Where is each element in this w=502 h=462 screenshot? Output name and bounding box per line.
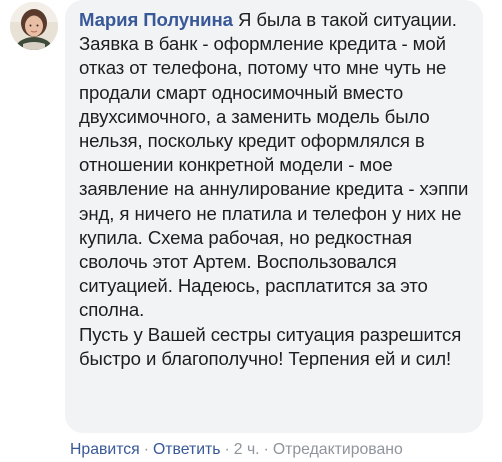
comment-actions: Нравится · Ответить · 2 ч. · Отредактировано (70, 440, 403, 460)
comment-body: Мария Полунина Я была в такой ситуации. … (79, 8, 471, 323)
author-name-link[interactable]: Мария Полунина (79, 9, 233, 30)
comment-text-second-paragraph: Пусть у Вашей сестры ситуация разрешится… (79, 323, 462, 369)
comment-bubble: Мария Полунина Я была в такой ситуации. … (65, 0, 483, 433)
separator: · (143, 441, 149, 458)
timestamp-link[interactable]: 2 ч. (234, 441, 260, 458)
reply-link[interactable]: Ответить (153, 441, 221, 458)
separator: · (224, 441, 230, 458)
like-link[interactable]: Нравится (70, 441, 140, 458)
edited-label[interactable]: Отредактировано (273, 441, 403, 458)
avatar[interactable] (10, 2, 58, 50)
separator: · (263, 441, 269, 458)
comment-text: Я была в такой ситуации. Заявка в банк -… (79, 9, 469, 321)
avatar-photo (10, 2, 58, 50)
